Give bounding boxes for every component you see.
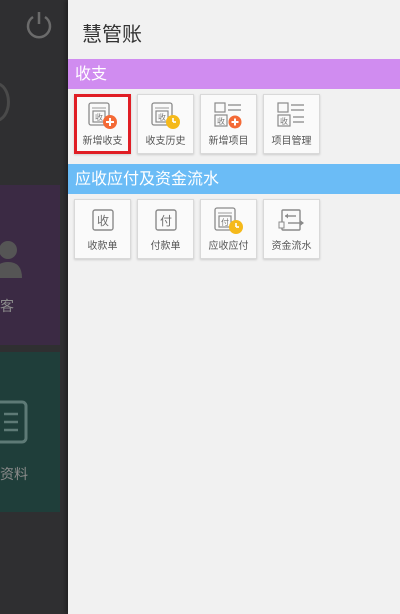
receipt-button[interactable]: 收 收款单 (74, 199, 131, 259)
income-add-icon: 收 (87, 102, 117, 129)
tile-label: 收款单 (87, 241, 118, 252)
payment-button[interactable]: 付 付款单 (137, 199, 194, 259)
book-icon (0, 400, 28, 444)
tile-label: 应收应付 (208, 241, 249, 252)
payment-icon: 付 (154, 209, 177, 231)
svg-text:收: 收 (158, 112, 166, 122)
power-icon[interactable] (24, 10, 54, 40)
tile-label: 新增收支 (82, 136, 123, 147)
tile-label: 收支历史 (145, 136, 186, 147)
receivables-grid: 收 收款单 付 付款单 付 应收应付 资金流水 (74, 199, 326, 259)
receivable-payable-icon: 付 (213, 207, 243, 234)
project-add-icon: 收 (213, 102, 241, 129)
income-expense-grid: 收 新增收支 收 收支历史 收 新增项目 收 项目管理 (74, 94, 326, 154)
svg-text:收: 收 (217, 116, 225, 126)
background-app: 客 资料 (0, 0, 68, 614)
receivable-payable-button[interactable]: 付 应收应付 (200, 199, 257, 259)
tile-label: 新增项目 (208, 136, 249, 147)
svg-text:收: 收 (96, 214, 108, 228)
drawer-title: 慧管账 (82, 22, 142, 46)
person-icon (0, 241, 22, 278)
background-shape (0, 82, 10, 122)
cash-flow-icon (278, 209, 304, 231)
tile-label: 资金流水 (271, 241, 312, 252)
project-management-button[interactable]: 收 项目管理 (263, 94, 320, 154)
svg-text:收: 收 (280, 116, 288, 126)
navigation-drawer: 慧管账 收支 收 新增收支 收 收支历史 收 新增项目 收 项目管理 应收应付及… (68, 0, 400, 614)
svg-text:收: 收 (95, 112, 103, 122)
income-history-button[interactable]: 收 收支历史 (137, 94, 194, 154)
income-history-icon: 收 (150, 102, 180, 129)
materials-label: 资料 (0, 467, 28, 483)
svg-text:付: 付 (221, 217, 229, 227)
cash-flow-button[interactable]: 资金流水 (263, 199, 320, 259)
section-income-expense: 收支 (68, 59, 400, 89)
section-receivables-payables: 应收应付及资金流水 (68, 164, 400, 194)
svg-text:付: 付 (159, 214, 171, 228)
receipt-icon: 收 (91, 209, 114, 231)
project-manage-icon: 收 (276, 102, 304, 127)
add-project-button[interactable]: 收 新增项目 (200, 94, 257, 154)
tile-label: 付款单 (150, 241, 181, 252)
add-income-expense-button[interactable]: 收 新增收支 (74, 94, 131, 154)
customers-label: 客 (0, 299, 14, 315)
tile-label: 项目管理 (271, 136, 312, 147)
